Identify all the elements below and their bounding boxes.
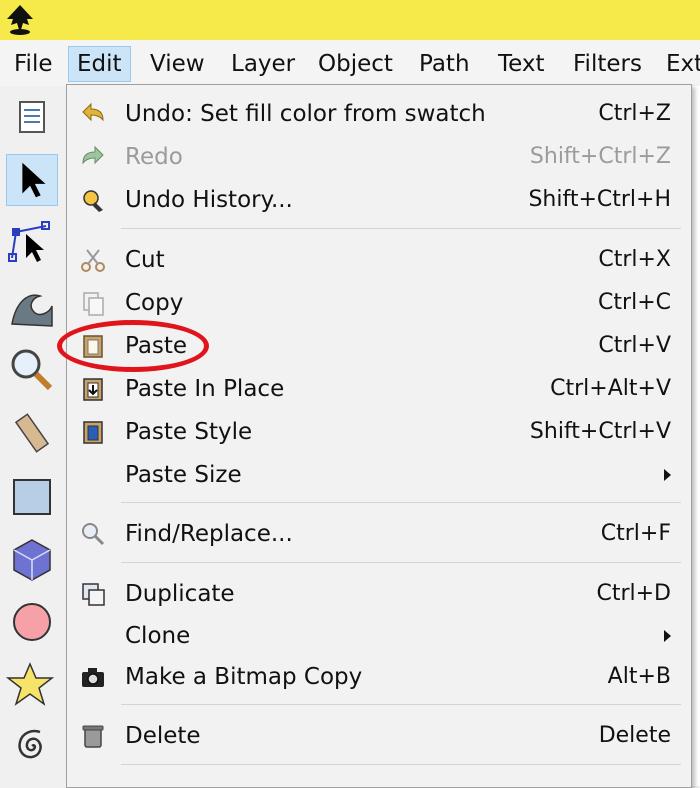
paste-style-icon	[83, 421, 103, 444]
menu-item-shortcut: Alt+B	[607, 664, 671, 689]
menu-item-label: Copy	[125, 290, 184, 316]
3d-box-tool-icon[interactable]	[6, 534, 58, 586]
zoom-tool-icon[interactable]	[6, 344, 58, 396]
menu-item-make-bitmap-copy[interactable]: Make a Bitmap Copy Alt+B	[67, 656, 689, 698]
menu-item-label: Redo	[125, 144, 183, 170]
separator	[121, 228, 681, 229]
menu-item-paste-style[interactable]: Paste Style Shift+Ctrl+V	[67, 411, 689, 453]
spiral-tool-icon[interactable]	[6, 720, 58, 772]
menu-item-shortcut: Delete	[598, 723, 671, 748]
undo-icon	[82, 102, 104, 122]
submenu-arrow-icon	[664, 469, 671, 481]
menu-item-shortcut: Ctrl+D	[596, 581, 671, 606]
menu-item-shortcut: Shift+Ctrl+V	[529, 419, 671, 444]
menu-item-shortcut: Ctrl+F	[600, 521, 671, 546]
menu-item-label: Paste Style	[125, 419, 253, 445]
menu-item-delete[interactable]: Delete Delete	[67, 715, 689, 757]
redo-icon	[82, 145, 104, 165]
camera-icon	[82, 668, 104, 687]
menu-item-label: Find/Replace...	[125, 521, 293, 547]
menu-item-clone[interactable]: Clone	[67, 615, 689, 657]
menu-item-shortcut: Ctrl+V	[598, 333, 671, 358]
inkscape-logo-icon	[7, 5, 33, 35]
menu-bar: File Edit View Layer Object Path Text Fi…	[0, 40, 700, 87]
menu-item-shortcut: Ctrl+C	[598, 290, 671, 315]
menu-item-copy[interactable]: Copy Ctrl+C	[67, 282, 689, 324]
paste-in-place-icon	[83, 378, 103, 401]
selector-tool-icon[interactable]	[6, 154, 58, 206]
menu-path[interactable]: Path	[411, 46, 478, 82]
edit-menu-dropdown: Undo: Set fill color from swatch Ctrl+Z …	[66, 84, 692, 788]
menu-item-find-replace[interactable]: Find/Replace... Ctrl+F	[67, 513, 689, 555]
menu-item-label: Paste Size	[125, 462, 242, 488]
menu-item-label: Make a Bitmap Copy	[125, 664, 363, 690]
menu-item-paste-in-place[interactable]: Paste In Place Ctrl+Alt+V	[67, 368, 689, 410]
menu-item-duplicate[interactable]: Duplicate Ctrl+D	[67, 573, 689, 615]
separator	[121, 704, 681, 705]
menu-item-label: Paste In Place	[125, 376, 285, 402]
find-icon	[82, 523, 105, 546]
menu-item-redo[interactable]: Redo Shift+Ctrl+Z	[67, 136, 689, 178]
separator	[121, 562, 681, 563]
menu-item-undo-history[interactable]: Undo History... Shift+Ctrl+H	[67, 179, 689, 221]
document-icon[interactable]	[6, 92, 58, 144]
menu-item-label: Undo History...	[125, 187, 293, 213]
menu-item-paste-size[interactable]: Paste Size	[67, 454, 689, 496]
menu-item-shortcut: Shift+Ctrl+H	[528, 187, 671, 212]
copy-icon	[83, 292, 104, 316]
menu-edit[interactable]: Edit	[68, 46, 131, 82]
menu-item-shortcut: Shift+Ctrl+Z	[529, 144, 671, 169]
menu-item-shortcut: Ctrl+X	[598, 247, 671, 272]
separator	[121, 764, 681, 765]
menu-item-undo[interactable]: Undo: Set fill color from swatch Ctrl+Z	[67, 93, 689, 135]
rectangle-tool-icon[interactable]	[6, 472, 58, 524]
menu-item-shortcut: Ctrl+Alt+V	[550, 376, 671, 401]
menu-filters[interactable]: Filters	[565, 46, 650, 82]
toolbox	[0, 86, 67, 786]
menu-item-label: Cut	[125, 247, 165, 273]
node-tool-icon[interactable]	[6, 218, 58, 270]
menu-item-label: Delete	[125, 723, 201, 749]
tweak-tool-icon[interactable]	[6, 282, 58, 334]
menu-item-label: Undo: Set fill color from swatch	[125, 101, 486, 127]
star-tool-icon[interactable]	[6, 658, 58, 710]
menu-extensions[interactable]: Ext	[658, 46, 700, 82]
submenu-arrow-icon	[664, 630, 671, 642]
menu-file[interactable]: File	[6, 46, 61, 82]
title-bar	[0, 0, 700, 40]
menu-item-cut[interactable]: Cut Ctrl+X	[67, 239, 689, 281]
highlight-ellipse	[57, 320, 209, 372]
menu-layer[interactable]: Layer	[223, 46, 303, 82]
undo-history-icon	[83, 190, 103, 212]
menu-item-label: Duplicate	[125, 581, 235, 607]
cut-icon	[81, 249, 105, 272]
measure-tool-icon[interactable]	[6, 408, 58, 460]
circle-tool-icon[interactable]	[6, 596, 58, 648]
menu-object[interactable]: Object	[310, 46, 401, 82]
duplicate-icon	[82, 583, 105, 606]
trash-icon	[82, 725, 104, 748]
menu-text[interactable]: Text	[490, 46, 553, 82]
menu-view[interactable]: View	[142, 46, 213, 82]
separator	[121, 502, 681, 503]
menu-item-label: Clone	[125, 623, 191, 649]
menu-item-shortcut: Ctrl+Z	[598, 101, 671, 126]
